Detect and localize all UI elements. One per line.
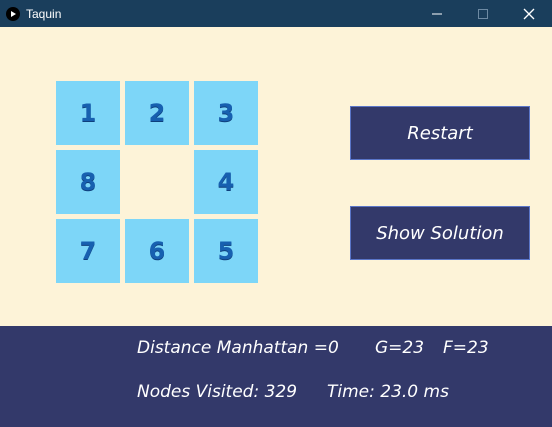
window-title: Taquin [26, 6, 62, 21]
solve-time: Time: 23.0 ms [327, 382, 449, 402]
manhattan-distance: Distance Manhattan =0 [137, 338, 339, 358]
minimize-icon [432, 13, 442, 14]
minimize-button[interactable] [414, 0, 460, 27]
show-solution-button[interactable]: Show Solution [350, 206, 530, 260]
close-icon [523, 8, 535, 19]
tile-1[interactable]: 1 [56, 81, 120, 145]
status-panel: Distance Manhattan =0 G=23 F=23 Nodes Vi… [0, 326, 552, 427]
restart-button[interactable]: Restart [350, 106, 530, 160]
g-value: G=23 [375, 338, 425, 358]
close-button[interactable] [506, 0, 552, 27]
empty-tile[interactable] [125, 150, 189, 214]
f-value: F=23 [443, 338, 489, 358]
tile-6[interactable]: 6 [125, 219, 189, 283]
maximize-button[interactable] [460, 0, 506, 27]
title-bar: Taquin [0, 0, 552, 27]
tile-7[interactable]: 7 [56, 219, 120, 283]
tile-3[interactable]: 3 [194, 81, 258, 145]
tile-2[interactable]: 2 [125, 81, 189, 145]
app-icon [6, 6, 20, 21]
tile-4[interactable]: 4 [194, 150, 258, 214]
tile-5[interactable]: 5 [194, 219, 258, 283]
tile-8[interactable]: 8 [56, 150, 120, 214]
nodes-visited: Nodes Visited: 329 [137, 382, 298, 402]
maximize-icon [478, 8, 488, 19]
